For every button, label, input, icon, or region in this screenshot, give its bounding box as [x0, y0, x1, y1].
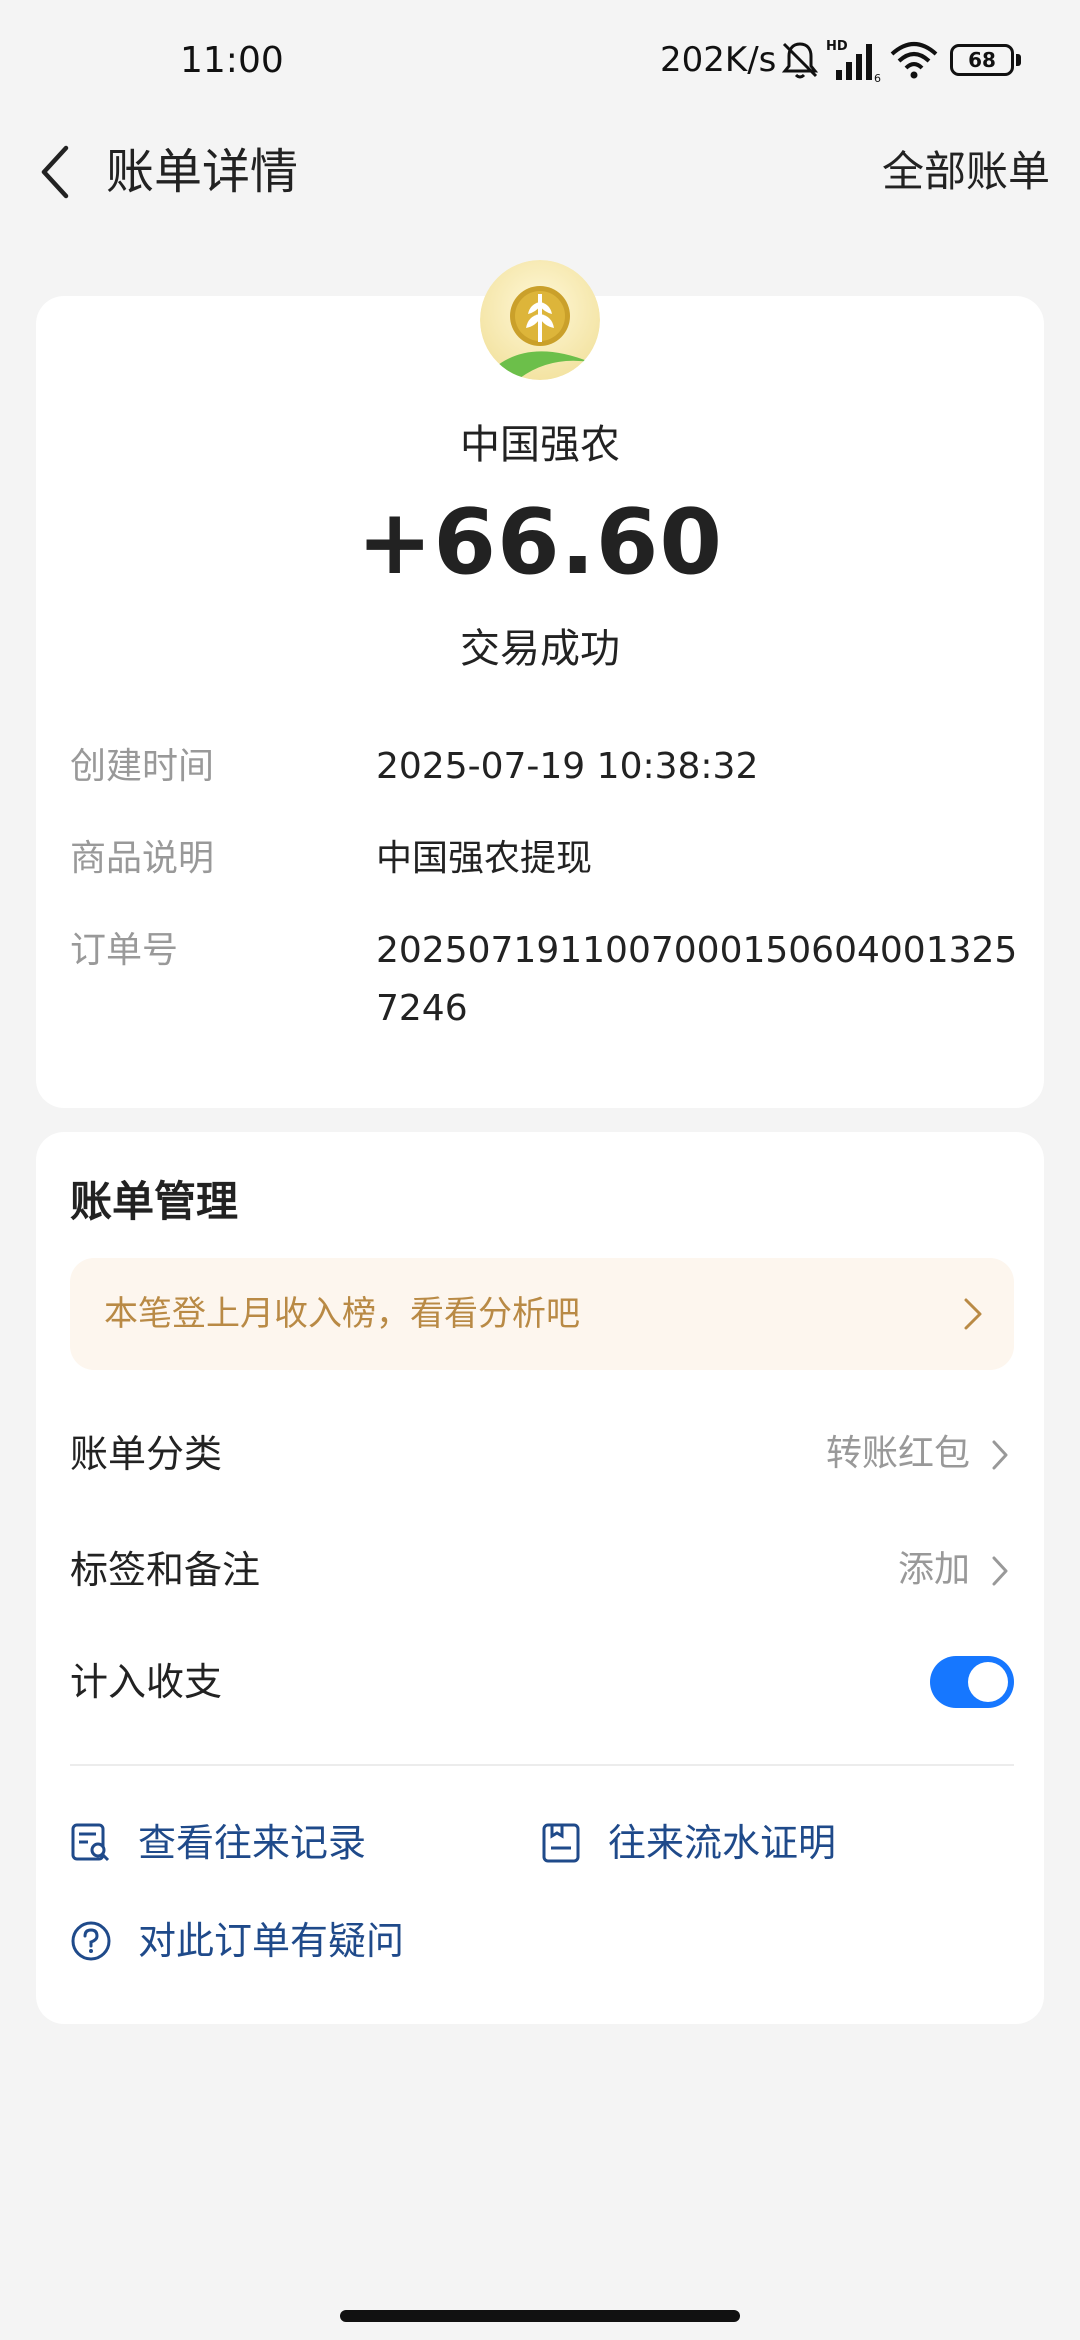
signal-hd-label: HD [826, 39, 848, 54]
all-bills-link[interactable]: 全部账单 [882, 122, 1050, 222]
detail-row-created-time: 创建时间 2025-07-19 10:38:32 [70, 738, 1030, 798]
view-history-label: 查看往来记录 [138, 1821, 367, 1865]
signal-icon: HD 6 [826, 39, 881, 84]
battery-icon: 68 [950, 44, 1022, 76]
transaction-amount: +66.60 [356, 490, 724, 595]
signal-sub-label: 6 [874, 72, 881, 84]
bell-off-icon [781, 42, 819, 79]
wifi-icon [890, 42, 938, 79]
nav-bar: 账单详情 全部账单 [0, 120, 1080, 270]
status-indicators: 202K/s HD 6 68 [660, 36, 1080, 86]
battery-level: 68 [950, 44, 1014, 76]
chevron-right-icon [992, 1556, 1008, 1586]
include-in-stats-toggle[interactable] [930, 1656, 1014, 1708]
tags-notes-label: 标签和备注 [70, 1548, 261, 1592]
divider [70, 1764, 1014, 1766]
bill-category-value: 转账红包 [825, 1433, 970, 1474]
tags-notes-row[interactable]: 标签和备注 添加 [70, 1530, 1014, 1610]
question-circle-icon [71, 1921, 111, 1961]
order-question-button[interactable]: 对此订单有疑问 [70, 1906, 590, 1976]
bill-category-label: 账单分类 [70, 1432, 223, 1476]
detail-value: 中国强农提现 [376, 838, 593, 879]
section-title: 账单管理 [70, 1177, 239, 1226]
record-search-icon [71, 1823, 110, 1862]
promo-text: 本笔登上月收入榜，看看分析吧 [104, 1294, 580, 1334]
network-speed: 202K/s [660, 40, 777, 80]
back-button[interactable] [30, 122, 80, 222]
tags-notes-value: 添加 [897, 1549, 970, 1590]
wheat-logo-icon [480, 260, 600, 380]
include-in-stats-label: 计入收支 [70, 1660, 223, 1704]
transaction-proof-button[interactable]: 往来流水证明 [540, 1808, 960, 1878]
income-ranking-banner[interactable]: 本笔登上月收入榜，看看分析吧 [70, 1258, 1014, 1370]
bill-management-card: 账单管理 本笔登上月收入榜，看看分析吧 账单分类 转账红包 标签和备注 添加 计… [36, 1132, 1044, 2024]
chevron-left-icon [41, 145, 69, 199]
merchant-logo [480, 260, 600, 380]
toggle-knob [968, 1662, 1008, 1702]
page-title: 账单详情 [106, 144, 299, 200]
include-in-stats-row: 计入收支 [70, 1642, 1014, 1722]
chevron-right-icon [992, 1440, 1008, 1470]
order-question-label: 对此订单有疑问 [138, 1919, 405, 1963]
transaction-proof-label: 往来流水证明 [608, 1821, 837, 1865]
status-bar: 11:00 202K/s HD 6 68 [0, 0, 1080, 120]
transaction-status: 交易成功 [460, 626, 620, 672]
bill-category-row[interactable]: 账单分类 转账红包 [70, 1414, 1014, 1494]
chevron-right-icon [964, 1298, 982, 1330]
detail-row-order-number: 订单号 20250719110070001506040013257246 [70, 922, 1030, 1042]
detail-value: 2025-07-19 10:38:32 [376, 746, 759, 787]
status-time: 11:00 [180, 40, 284, 81]
detail-label: 商品说明 [70, 838, 215, 879]
merchant-name: 中国强农 [460, 422, 620, 468]
home-indicator[interactable] [340, 2310, 740, 2322]
detail-label: 创建时间 [70, 746, 215, 787]
order-number-value[interactable]: 20250719110070001506040013257246 [376, 922, 1036, 1038]
detail-row-product-desc: 商品说明 中国强农提现 [70, 830, 1030, 890]
view-history-button[interactable]: 查看往来记录 [70, 1808, 490, 1878]
document-icon [542, 1823, 580, 1863]
detail-label: 订单号 [70, 930, 179, 971]
bill-summary-card: 中国强农 +66.60 交易成功 创建时间 2025-07-19 10:38:3… [36, 260, 1044, 1108]
bill-detail-page: 11:00 202K/s HD 6 68 账单详情 全部账单 中国强农 +66.… [0, 0, 1080, 2340]
